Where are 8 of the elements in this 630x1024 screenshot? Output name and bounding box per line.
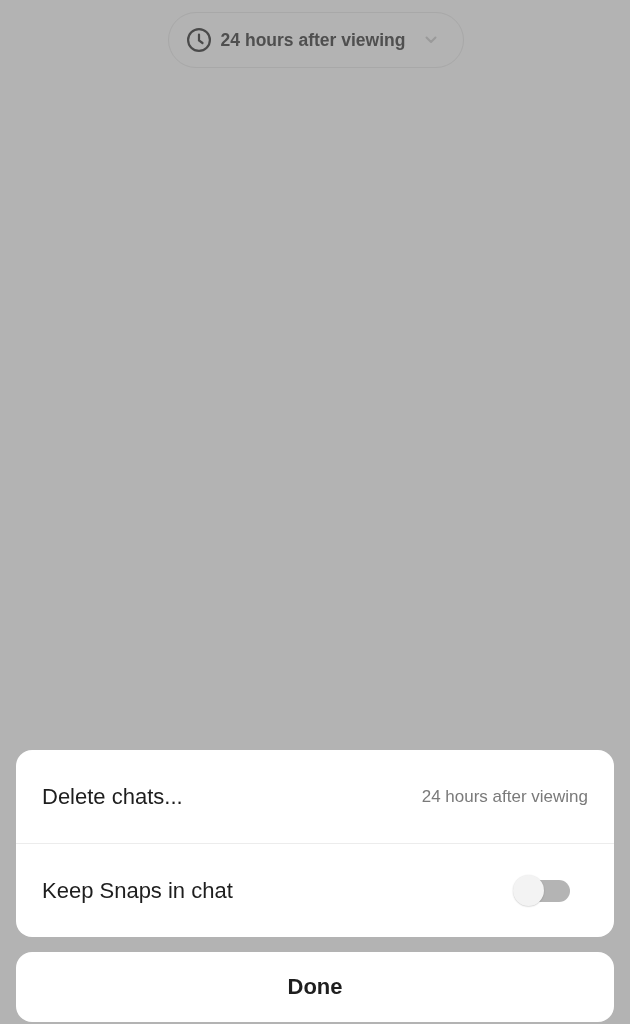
done-button[interactable]: Done [16,952,614,1022]
setting-label: Keep Snaps in chat [42,877,233,904]
chevron-down-icon [425,36,438,44]
setting-label[interactable]: Delete chats... [42,783,183,810]
timer-dropdown[interactable]: 24 hours after viewing [167,12,465,68]
clock-icon [186,28,211,52]
setting-value: 24 hours after viewing [421,786,588,807]
toggle-switch[interactable] [512,874,570,907]
